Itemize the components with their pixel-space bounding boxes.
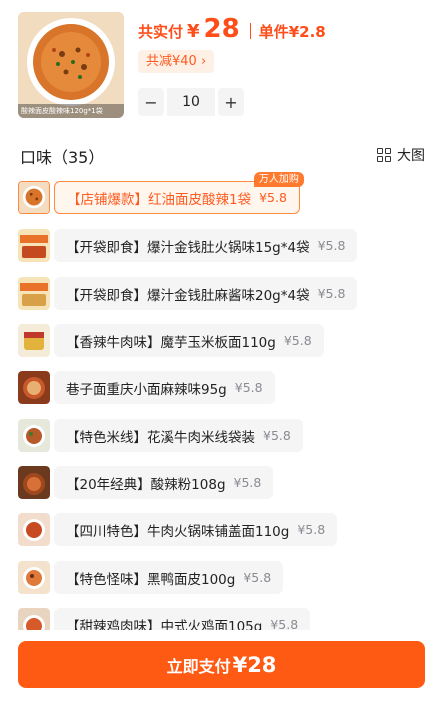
flavor-option[interactable]: 【店铺爆款】红油面皮酸辣1袋 ¥5.8 万人加购 — [18, 172, 304, 214]
flavor-name: 【开袋即食】爆汁金钱肚火锅味15g*4袋 — [66, 239, 310, 256]
flavor-option-pill[interactable]: 巷子面重庆小面麻辣味95g ¥5.8 — [54, 371, 275, 404]
noodle-bowl-image — [18, 12, 124, 118]
increase-button[interactable]: + — [218, 88, 244, 116]
flavor-name: 【特色怪味】黑鸭面皮100g — [66, 571, 236, 588]
flavor-name: 【四川特色】牛肉火锅味铺盖面110g — [66, 523, 290, 540]
product-thumb-caption: 酸辣面皮酸辣味120g*1袋 — [18, 104, 124, 118]
quantity-value[interactable]: 10 — [167, 88, 215, 116]
flavor-option[interactable]: 【开袋即食】爆汁金钱肚火锅味15g*4袋 ¥5.8 — [18, 229, 358, 262]
price-row: 共实付 ¥ 28 单件¥2.8 — [138, 14, 326, 48]
price-divider — [249, 23, 251, 39]
flavor-thumb — [18, 277, 50, 310]
pay-now-button[interactable]: 立即支付 ¥28 — [18, 641, 425, 688]
flavor-option[interactable]: 【特色怪味】黑鸭面皮100g ¥5.8 — [18, 561, 284, 594]
flavor-thumb — [18, 324, 50, 357]
flavor-thumb — [18, 513, 50, 546]
product-header: 酸辣面皮酸辣味120g*1袋 共实付 ¥ 28 单件¥2.8 共减¥40 › −… — [0, 0, 443, 135]
flavor-price: ¥5.8 — [263, 428, 291, 443]
flavor-option-pill[interactable]: 【开袋即食】爆汁金钱肚火锅味15g*4袋 ¥5.8 — [54, 229, 358, 262]
flavor-option[interactable]: 【特色米线】花溪牛肉米线袋装 ¥5.8 — [18, 419, 303, 452]
flavor-name: 【特色米线】花溪牛肉米线袋装 — [66, 429, 255, 446]
flavor-option-pill[interactable]: 【开袋即食】爆汁金钱肚麻酱味20g*4袋 ¥5.8 — [54, 277, 358, 310]
flavor-option[interactable]: 巷子面重庆小面麻辣味95g ¥5.8 — [18, 371, 275, 404]
product-image[interactable]: 酸辣面皮酸辣味120g*1袋 — [18, 12, 124, 118]
pay-amount: ¥28 — [232, 652, 277, 677]
hot-badge: 万人加购 — [253, 172, 304, 187]
flavor-price: ¥5.8 — [234, 380, 263, 395]
large-view-label: 大图 — [397, 148, 425, 164]
large-view-toggle[interactable]: 大图 — [377, 145, 425, 165]
flavor-price: ¥5.8 — [233, 475, 262, 490]
flavor-option-pill[interactable]: 【特色米线】花溪牛肉米线袋装 ¥5.8 — [54, 419, 303, 452]
flavor-thumb — [18, 371, 50, 404]
flavor-header: 口味（35） 大图 — [20, 142, 425, 168]
flavor-option[interactable]: 【20年经典】酸辣粉108g ¥5.8 — [18, 466, 274, 499]
flavor-name: 【香辣牛肉味】魔芋玉米板面110g — [66, 334, 276, 351]
flavor-name: 【开袋即食】爆汁金钱肚麻酱味20g*4袋 — [66, 287, 310, 304]
flavor-price: ¥5.8 — [243, 570, 272, 585]
flavor-thumb — [18, 181, 50, 214]
flavor-price: ¥5.8 — [317, 238, 346, 253]
flavor-name: 【20年经典】酸辣粉108g — [66, 476, 226, 493]
flavor-option-pill[interactable]: 【20年经典】酸辣粉108g ¥5.8 — [54, 466, 274, 499]
flavor-title: 口味（35） — [20, 148, 105, 167]
grid-icon — [377, 148, 391, 162]
flavor-thumb — [18, 466, 50, 499]
flavor-option-pill[interactable]: 【特色怪味】黑鸭面皮100g ¥5.8 — [54, 561, 284, 594]
flavor-price: ¥5.8 — [297, 522, 326, 537]
flavor-option[interactable]: 【香辣牛肉味】魔芋玉米板面110g ¥5.8 — [18, 324, 324, 357]
flavor-option[interactable]: 【四川特色】牛肉火锅味铺盖面110g ¥5.8 — [18, 513, 338, 546]
flavor-thumb — [18, 561, 50, 594]
quantity-stepper: − 10 + — [138, 88, 244, 116]
flavor-price: ¥5.8 — [259, 190, 287, 205]
flavor-thumb — [18, 229, 50, 262]
flavor-option-pill[interactable]: 【四川特色】牛肉火锅味铺盖面110g ¥5.8 — [54, 513, 338, 546]
flavor-option[interactable]: 【开袋即食】爆汁金钱肚麻酱味20g*4袋 ¥5.8 — [18, 277, 358, 310]
decrease-button[interactable]: − — [138, 88, 164, 116]
discount-chip[interactable]: 共减¥40 › — [138, 50, 215, 73]
flavor-price: ¥5.8 — [283, 333, 312, 348]
flavor-option-pill[interactable]: 【香辣牛肉味】魔芋玉米板面110g ¥5.8 — [54, 324, 324, 357]
total-label: 共实付 — [138, 23, 184, 41]
flavor-price: ¥5.8 — [317, 286, 346, 301]
total-price: 28 — [203, 14, 240, 44]
unit-price: 单件¥2.8 — [258, 23, 326, 41]
pay-label: 立即支付 — [166, 656, 231, 676]
pay-bar: 立即支付 ¥28 — [0, 630, 443, 704]
flavor-name: 【店铺爆款】红油面皮酸辣1袋 — [67, 191, 252, 208]
flavor-name: 巷子面重庆小面麻辣味95g — [66, 381, 227, 398]
flavor-thumb — [18, 419, 50, 452]
currency-symbol: ¥ — [187, 21, 200, 42]
